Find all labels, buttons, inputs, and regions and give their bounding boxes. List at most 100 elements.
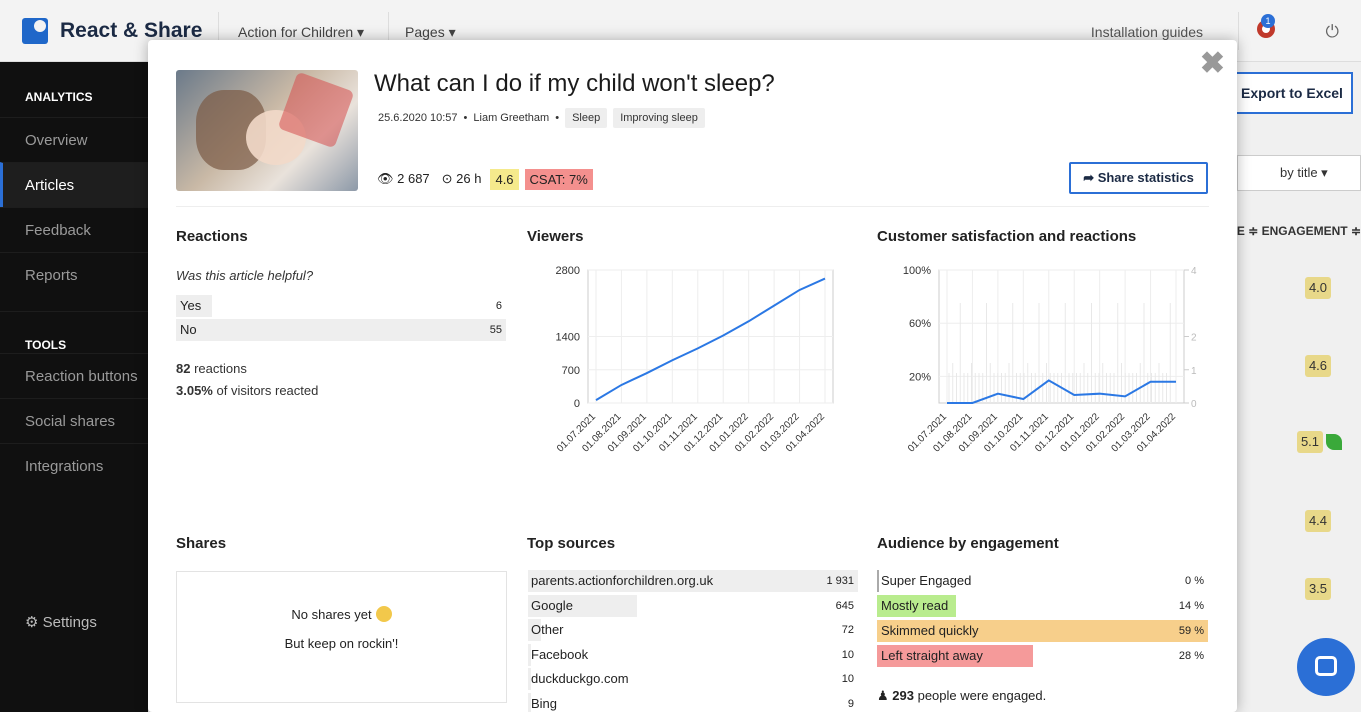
source-value: 1 931 (826, 575, 854, 587)
article-title: What can I do if my child won't sleep? (374, 70, 775, 97)
person-icon: ♟ (877, 688, 893, 703)
source-label: parents.actionforchildren.org.uk (531, 573, 714, 588)
chat-launcher-button[interactable] (1297, 638, 1355, 696)
y2-tick-label: 4 (1191, 266, 1197, 277)
article-author: Liam Greetham (473, 112, 550, 124)
export-to-excel-button[interactable]: Export to Excel (1231, 72, 1353, 114)
y2-tick-label: 2 (1191, 333, 1197, 344)
article-stats-modal: ✖ What can I do if my child won't sleep?… (148, 40, 1237, 712)
source-label: Google (531, 597, 573, 613)
source-value: 10 (841, 673, 854, 685)
shares-empty-text: No shares yet (291, 607, 372, 622)
reaction-row-yes: Yes 6 (176, 295, 506, 317)
y2-tick-label: 1 (1191, 366, 1197, 377)
y-tick-label: 700 (562, 365, 580, 377)
source-label: duckduckgo.com (531, 671, 629, 686)
source-row: parents.actionforchildren.org.uk 1 931 (528, 570, 858, 592)
csat-title: Customer satisfaction and reactions (877, 228, 1137, 245)
audience-label: Skimmed quickly (881, 623, 979, 638)
engaged-summary: ♟ 293 people were engaged. (877, 688, 1046, 704)
reaction-label: No (180, 322, 197, 337)
article-stats: 👁 2 687 ⊙ 26 h 4.6 CSAT: 7% (374, 168, 593, 190)
audience-label: Super Engaged (881, 573, 972, 588)
source-label: Other (531, 622, 564, 637)
reaction-label: Yes (180, 298, 202, 313)
audience-bar (877, 570, 879, 592)
source-value: 645 (835, 599, 854, 612)
engagement-score: 3.5 (1305, 578, 1331, 600)
reactions-pct: 3.05% of visitors reacted (176, 383, 318, 398)
audience-value: 0 % (1185, 575, 1204, 587)
logo-icon (22, 18, 48, 44)
csat-chart: 20%60%100%012401.07.202101.08.202101.09.… (903, 265, 1197, 455)
column-header[interactable]: IE ≑ ENGAGEMENT ≑ (1234, 224, 1361, 238)
y-tick-label: 0 (574, 398, 580, 410)
source-value: 72 (841, 624, 854, 636)
sidebar-item-reports[interactable]: Reports (0, 252, 148, 297)
audience-row: Left straight away 28 % (877, 645, 1208, 667)
installation-guides-link[interactable]: Installation guides (1091, 24, 1203, 40)
article-tag[interactable]: Sleep (565, 108, 608, 128)
sidebar-item-reaction-buttons[interactable]: Reaction buttons (0, 353, 148, 398)
y-tick-label: 20% (909, 371, 931, 383)
engagement-score: 4.0 (1305, 277, 1331, 299)
power-icon[interactable]: ⏻ (1326, 22, 1339, 42)
reactions-count-value: 82 (176, 361, 191, 376)
viewers-title: Viewers (527, 228, 584, 245)
score-badge: 4.6 (490, 168, 519, 190)
sidebar-item-social-shares[interactable]: Social shares (0, 398, 148, 443)
audience-value: 28 % (1178, 650, 1204, 662)
share-statistics-button[interactable]: ➦ Share statistics (1069, 162, 1208, 194)
sidebar-item-articles[interactable]: Articles (0, 162, 148, 207)
sidebar: ANALYTICS Overview Articles Feedback Rep… (0, 62, 148, 712)
sort-dropdown[interactable]: by title ▾ (1237, 155, 1361, 191)
article-date: 25.6.2020 10:57 (378, 112, 458, 124)
source-label: Bing (531, 695, 558, 711)
audience-value: 59 % (1178, 625, 1204, 637)
shares-encouragement: But keep on rockin'! (284, 636, 399, 651)
source-row: Other 72 (528, 619, 858, 641)
org-dropdown[interactable]: Action for Children ▾ (238, 24, 364, 41)
y2-tick-label: 0 (1191, 399, 1197, 410)
time-stat: ⊙ 26 h (441, 171, 482, 186)
engagement-score: 5.1 (1297, 431, 1323, 453)
viewers-chart: 07001400280001.07.202101.08.202101.09.20… (555, 265, 834, 455)
y-tick-label: 1400 (556, 332, 580, 344)
notification-badge: 1 (1261, 14, 1275, 28)
reactions-title: Reactions (176, 228, 248, 245)
reactions-pct-label: of visitors reacted (212, 383, 319, 398)
source-row: Facebook 10 (528, 643, 858, 666)
audience-row: Super Engaged 0 % (877, 570, 1208, 592)
source-row: Google 645 (528, 594, 858, 617)
engaged-count: 293 (892, 688, 914, 703)
article-tag[interactable]: Improving sleep (613, 108, 705, 128)
y-tick-label: 100% (903, 265, 931, 277)
audience-value: 14 % (1178, 600, 1204, 612)
sidebar-item-overview[interactable]: Overview (0, 117, 148, 162)
audience-row: Mostly read 14 % (877, 595, 1208, 617)
source-label: Facebook (531, 646, 589, 662)
reactions-count: 82 reactions (176, 361, 247, 376)
sidebar-item-settings[interactable]: ⚙ Settings (25, 613, 97, 631)
sad-face-icon (375, 606, 392, 622)
reaction-bar (176, 319, 506, 341)
reaction-question: Was this article helpful? (176, 268, 314, 283)
audience-row: Skimmed quickly 59 % (877, 620, 1208, 642)
audience-title: Audience by engagement (877, 535, 1059, 552)
article-meta: 25.6.2020 10:57 • Liam Greetham • Sleep … (378, 108, 705, 128)
shares-empty-state: No shares yet But keep on rockin'! (176, 571, 507, 703)
source-value: 9 (847, 697, 854, 710)
csat-badge: CSAT: 7% (524, 168, 593, 190)
meta-separator: • (463, 112, 468, 124)
audience-label: Mostly read (881, 598, 949, 613)
reactions-pct-value: 3.05% (176, 383, 213, 398)
pages-dropdown[interactable]: Pages ▾ (405, 24, 456, 41)
source-value: 10 (841, 648, 854, 661)
reaction-value: 6 (495, 300, 502, 312)
shares-title: Shares (176, 535, 227, 552)
leaf-icon (1326, 434, 1342, 450)
close-icon[interactable]: ✖ (1200, 46, 1225, 81)
sidebar-item-integrations[interactable]: Integrations (0, 443, 148, 488)
nav-divider (1238, 12, 1239, 50)
sidebar-item-feedback[interactable]: Feedback (0, 207, 148, 252)
